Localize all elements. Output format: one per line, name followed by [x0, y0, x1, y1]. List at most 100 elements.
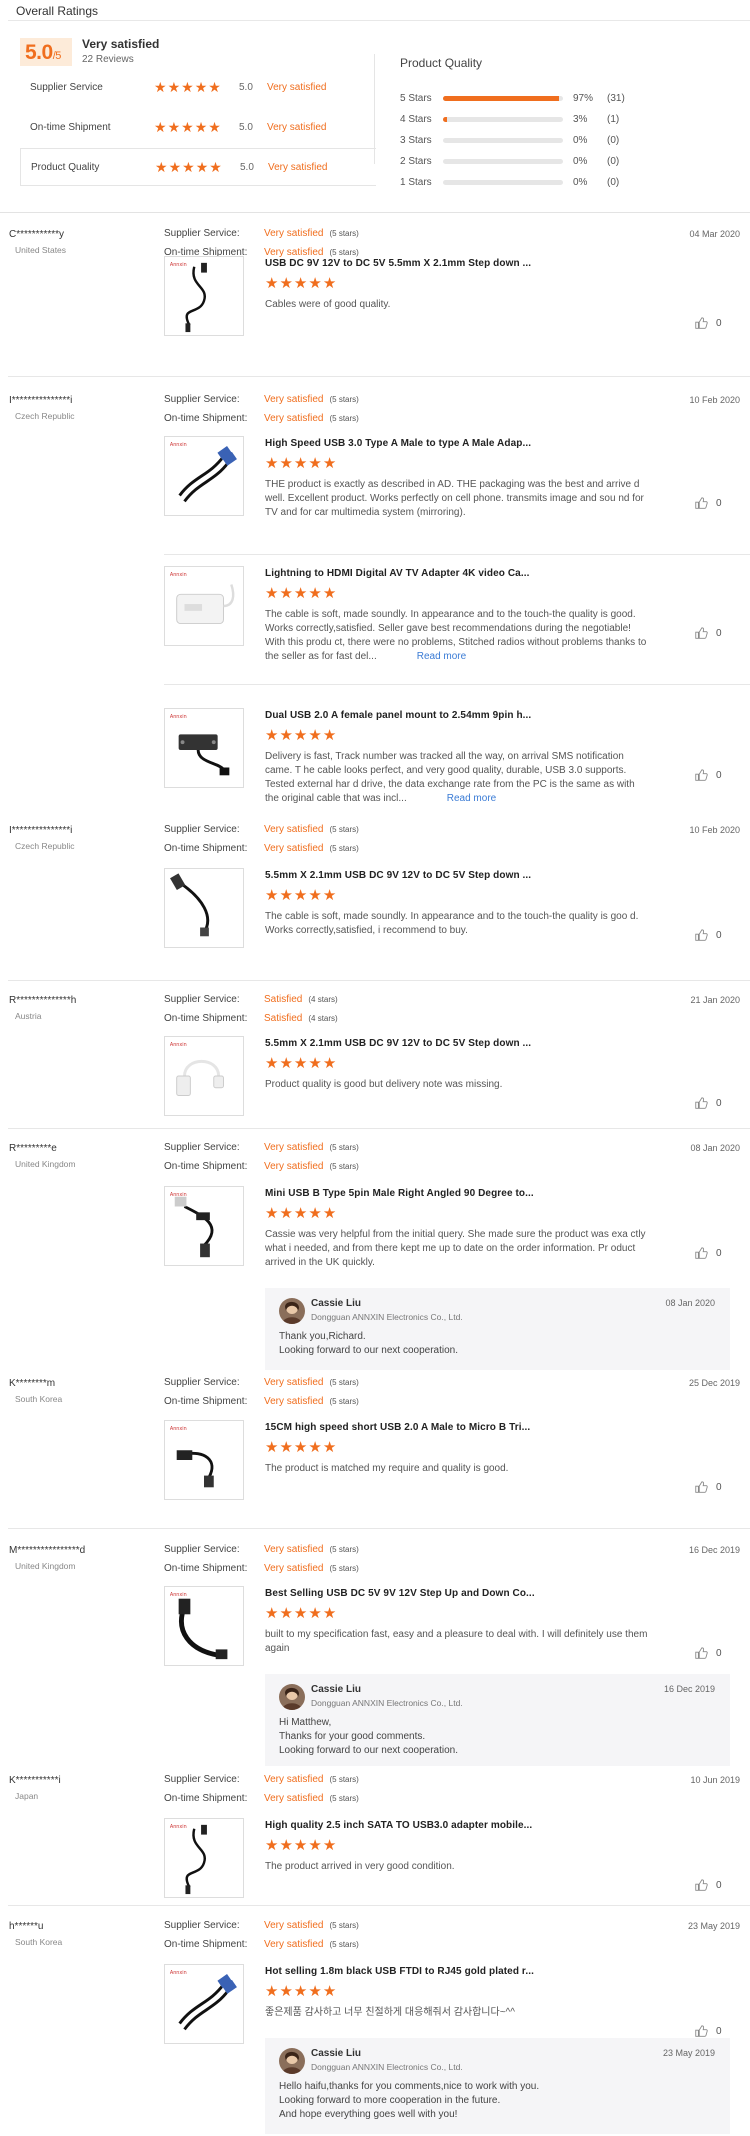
shipment-value: Very satisfied [264, 247, 324, 258]
star-icon: ★ [279, 1439, 293, 1456]
star-rating: ★ ★ ★ ★ ★ [265, 1838, 336, 1853]
bar-label: 3 Stars [400, 134, 432, 146]
supplier-service-value: Very satisfied [264, 1774, 324, 1785]
read-more-link[interactable]: Read more [447, 793, 496, 804]
like-button[interactable]: 0 [694, 2024, 722, 2038]
product-image[interactable]: Annxin [164, 566, 244, 646]
product-image[interactable]: Annxin [164, 1964, 244, 2044]
star-icon: ★ [293, 1837, 308, 1854]
score-label: Very satisfied [82, 37, 160, 51]
svg-text:Annxin: Annxin [170, 572, 187, 578]
star-icon: ★ [308, 1205, 322, 1222]
star-icon: ★ [279, 1983, 293, 2000]
star-rating: ★ ★ ★ ★ ★ [265, 728, 336, 743]
rating-label: Product Quality [31, 161, 100, 173]
star-icon: ★ [293, 1055, 308, 1072]
like-button[interactable]: 0 [694, 496, 722, 510]
star-icon: ★ [308, 887, 322, 904]
thumbs-up-icon [695, 1097, 708, 1109]
svg-text:Annxin: Annxin [170, 1824, 187, 1830]
reviewer-country: South Korea [15, 1394, 63, 1404]
product-image[interactable]: Annxin [164, 1186, 244, 1266]
supplier-service-stars: (5 stars) [329, 1775, 359, 1784]
rating-label: Supplier Service [30, 81, 103, 93]
product-image[interactable]: Annxin [164, 256, 244, 336]
review-text: Product quality is good but delivery not… [265, 1078, 650, 1092]
review-text: Cassie was very helpful from the initial… [265, 1228, 650, 1270]
like-count: 0 [716, 317, 722, 329]
like-button[interactable]: 0 [694, 1096, 722, 1110]
review-text: The product is matched my require and qu… [265, 1462, 650, 1476]
product-image[interactable]: Annxin [164, 1818, 244, 1898]
rating-text: Very satisfied [268, 161, 328, 173]
bar-label: 1 Stars [400, 176, 432, 188]
star-icon: ★ [322, 1837, 337, 1854]
bar-percent: 0% [573, 176, 588, 188]
thumbs-up-icon [695, 1481, 708, 1493]
star-icon: ★ [322, 887, 337, 904]
avatar [279, 2048, 305, 2074]
product-image[interactable]: Annxin [164, 1420, 244, 1500]
shipment-value: Very satisfied [264, 1939, 324, 1950]
bar-track [443, 158, 563, 164]
shipment-stars: (5 stars) [329, 1940, 359, 1949]
star-icon: ★ [279, 727, 293, 744]
shipment-stars: (5 stars) [329, 1162, 359, 1171]
thumbs-up-icon [695, 1647, 708, 1659]
review-text: 좋은제품 감사하고 너무 친절하게 대응해줘서 감사합니다~^^ [265, 2006, 650, 2020]
divider [374, 54, 375, 164]
shipment-stars: (5 stars) [329, 414, 359, 423]
product-name[interactable]: 5.5mm X 2.1mm USB DC 9V 12V to DC 5V Ste… [265, 1038, 531, 1049]
quality-bar-row: 4 Stars 3% (1) [400, 109, 640, 129]
star-icon: ★ [293, 1205, 308, 1222]
product-name[interactable]: High quality 2.5 inch SATA TO USB3.0 ada… [265, 1820, 532, 1831]
avatar [279, 1684, 305, 1710]
bar-percent: 0% [573, 134, 588, 146]
svg-text:Annxin: Annxin [170, 1426, 187, 1432]
review-text: Cables were of good quality. [265, 298, 650, 312]
like-button[interactable]: 0 [694, 316, 722, 330]
star-icon: ★ [293, 275, 308, 292]
star-rating: ★ ★ ★ ★ ★ [265, 1440, 336, 1455]
product-name[interactable]: 5.5mm X 2.1mm USB DC 9V 12V to DC 5V Ste… [265, 870, 531, 881]
product-image[interactable]: Annxin [164, 708, 244, 788]
product-image[interactable]: Annxin [164, 1586, 244, 1666]
reply-author: Cassie Liu [311, 1298, 362, 1309]
shipment-stars: (5 stars) [329, 844, 359, 853]
product-name[interactable]: Dual USB 2.0 A female panel mount to 2.5… [265, 710, 531, 721]
product-image[interactable] [164, 868, 244, 948]
shipment-label: On-time Shipment: [164, 1563, 248, 1574]
supplier-service-label: Supplier Service: [164, 1377, 240, 1388]
product-name[interactable]: 15CM high speed short USB 2.0 A Male to … [265, 1422, 530, 1433]
shipment-label: On-time Shipment: [164, 1013, 248, 1024]
like-button[interactable]: 0 [694, 768, 722, 782]
review-text-content: Cables were of good quality. [265, 299, 391, 310]
product-name[interactable]: Best Selling USB DC 5V 9V 12V Step Up an… [265, 1588, 535, 1599]
supplier-service-label: Supplier Service: [164, 394, 240, 405]
star-icon: ★ [279, 1605, 293, 1622]
star-icon: ★ [308, 455, 322, 472]
product-name[interactable]: USB DC 9V 12V to DC 5V 5.5mm X 2.1mm Ste… [265, 258, 531, 269]
supplier-service-value: Very satisfied [264, 228, 324, 239]
product-image[interactable]: Annxin [164, 436, 244, 516]
like-button[interactable]: 0 [694, 1480, 722, 1494]
like-button[interactable]: 0 [694, 1646, 722, 1660]
reviewer-name: R**************h [9, 995, 77, 1006]
product-name[interactable]: Mini USB B Type 5pin Male Right Angled 9… [265, 1188, 534, 1199]
product-image[interactable]: Annxin [164, 1036, 244, 1116]
like-count: 0 [716, 627, 722, 639]
product-name[interactable]: High Speed USB 3.0 Type A Male to type A… [265, 438, 531, 449]
like-button[interactable]: 0 [694, 1246, 722, 1260]
score-value: 5.0 [25, 41, 53, 64]
like-button[interactable]: 0 [694, 1878, 722, 1892]
star-icon: ★ [155, 158, 168, 175]
product-name[interactable]: Hot selling 1.8m black USB FTDI to RJ45 … [265, 1966, 534, 1977]
like-button[interactable]: 0 [694, 928, 722, 942]
shipment-value: Satisfied [264, 1013, 303, 1024]
supplier-service-stars: (5 stars) [329, 395, 359, 404]
bar-label: 5 Stars [400, 92, 432, 104]
product-name[interactable]: Lightning to HDMI Digital AV TV Adapter … [265, 568, 529, 579]
star-icon: ★ [293, 727, 308, 744]
read-more-link[interactable]: Read more [417, 651, 466, 662]
like-button[interactable]: 0 [694, 626, 722, 640]
